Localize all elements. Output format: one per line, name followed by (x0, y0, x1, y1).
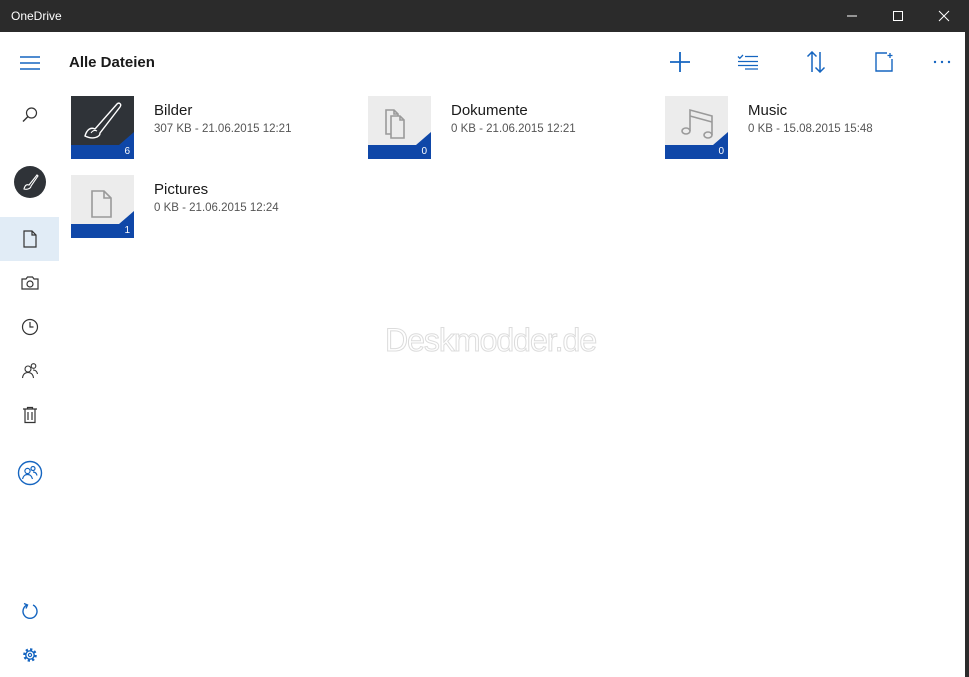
more-icon (933, 60, 951, 64)
folder-name: Music (748, 102, 788, 119)
close-button[interactable] (921, 0, 967, 32)
nav-all-files[interactable] (0, 217, 59, 261)
folder-tab-shape (665, 132, 728, 145)
nav-photos[interactable] (0, 261, 59, 305)
people-icon (21, 363, 38, 379)
folder-meta: 0 KB - 21.06.2015 12:24 (154, 202, 279, 214)
folder-tile-pictures[interactable]: 1 Pictures 0 KB - 21.06.2015 12:24 (71, 175, 361, 239)
item-count: 0 (718, 146, 724, 157)
select-list-icon (737, 54, 758, 70)
trash-icon (22, 406, 37, 424)
minimize-button[interactable] (829, 0, 875, 32)
folder-name: Dokumente (451, 102, 528, 119)
sidebar (0, 32, 59, 677)
folder-tile-dokumente[interactable]: 0 Dokumente 0 KB - 21.06.2015 12:21 (368, 96, 658, 160)
folder-name: Bilder (154, 102, 193, 119)
view-button[interactable] (864, 46, 904, 78)
refresh-icon (21, 602, 38, 620)
search-icon (22, 107, 37, 122)
nav-recycle-bin[interactable] (0, 393, 59, 437)
camera-icon (20, 276, 39, 290)
folder-meta: 307 KB - 21.06.2015 12:21 (154, 123, 292, 135)
nav-recent[interactable] (0, 305, 59, 349)
folder-meta: 0 KB - 21.06.2015 12:21 (451, 123, 576, 135)
folder-meta: 0 KB - 15.08.2015 15:48 (748, 123, 873, 135)
more-options-button[interactable] (922, 46, 962, 78)
watermark: Deskmodder.de (384, 322, 597, 359)
folder-name: Pictures (154, 181, 209, 198)
folder-thumbnail: 1 (71, 175, 134, 238)
account-circle-icon (17, 460, 42, 486)
sort-icon (806, 51, 826, 73)
maximize-icon (893, 11, 903, 21)
view-mode-icon (875, 52, 893, 72)
document-icon (22, 230, 37, 248)
gear-icon (22, 648, 37, 662)
settings-button[interactable] (0, 633, 59, 677)
item-count: 6 (124, 146, 130, 157)
folder-thumbnail: 0 (368, 96, 431, 159)
search-button[interactable] (0, 93, 59, 137)
close-icon (938, 10, 950, 22)
folder-tab-shape (368, 132, 431, 145)
account-avatar-button[interactable] (0, 160, 59, 204)
plus-icon (670, 52, 690, 72)
window-title: OneDrive (11, 9, 62, 23)
page-title: Alle Dateien (69, 54, 155, 71)
add-button[interactable] (660, 46, 700, 78)
folder-tab-shape (71, 211, 134, 224)
minimize-icon (847, 15, 857, 17)
nav-shared[interactable] (0, 349, 59, 393)
sync-button[interactable] (0, 589, 59, 633)
brush-avatar-icon (13, 166, 46, 198)
folder-thumbnail: 0 (665, 96, 728, 159)
folder-tile-music[interactable]: 0 Music 0 KB - 15.08.2015 15:48 (665, 96, 955, 160)
title-bar: OneDrive (0, 0, 969, 32)
switch-account-button[interactable] (0, 451, 59, 495)
hamburger-icon (19, 56, 40, 70)
clock-icon (21, 318, 38, 336)
maximize-button[interactable] (875, 0, 921, 32)
sort-button[interactable] (796, 46, 836, 78)
select-button[interactable] (728, 46, 768, 78)
folder-tab-shape (71, 132, 134, 145)
item-count: 1 (124, 225, 130, 236)
item-count: 0 (421, 146, 427, 157)
folder-thumbnail: 6 (71, 96, 134, 159)
window-border (965, 32, 969, 677)
hamburger-menu-button[interactable] (0, 41, 59, 85)
folder-tile-bilder[interactable]: 6 Bilder 307 KB - 21.06.2015 12:21 (71, 96, 361, 160)
